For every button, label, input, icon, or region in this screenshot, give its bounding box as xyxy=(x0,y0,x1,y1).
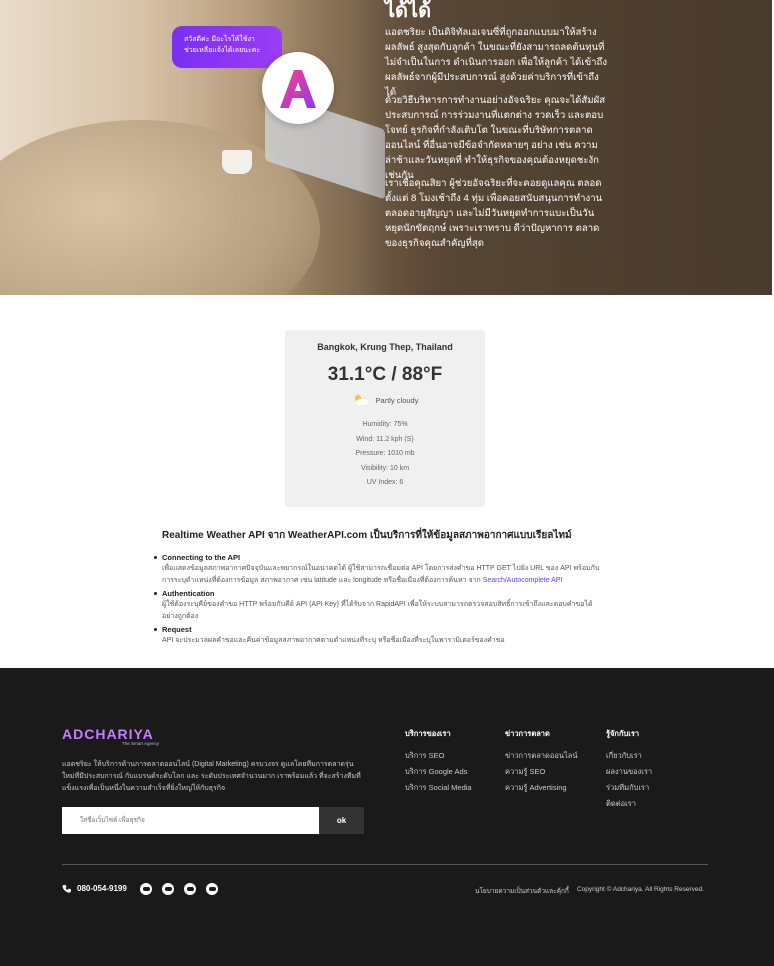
hero-paragraph-1: แอดชริยะ เป็นดิจิทัลเอเจนซี่ที่ถูกออกแบบ… xyxy=(385,27,608,98)
footer-logo-word: ADCHARIYA xyxy=(62,726,154,742)
weather-wind: Wind: 11.2 kph (S) xyxy=(356,435,414,443)
api-list-item: Connecting to the API เพื่อแสดงข้อมูลสภา… xyxy=(154,553,608,586)
footer-description: แอดชริยะ ให้บริการด้านการตลาดออนไลน์ (Di… xyxy=(62,761,361,792)
weather-condition-row: Partly cloudy xyxy=(285,394,485,406)
footer-link-online-news[interactable]: ข่าวการตลาดออนไลน์ xyxy=(505,748,578,764)
footer-copyright: Copyright © Adchariya. All Rights Reserv… xyxy=(577,886,704,893)
submit-button[interactable]: ok xyxy=(319,807,364,834)
footer-logo-text: ADCHARIYA xyxy=(62,726,154,742)
footer-col-heading: รู้จักกับเรา xyxy=(606,729,640,738)
footer-website-form: ok xyxy=(62,807,364,834)
footer-link-ads-knowledge[interactable]: ความรู้ Advertising xyxy=(505,780,578,796)
footer-social xyxy=(140,883,218,895)
footer-phone-number: 080-054-9199 xyxy=(77,884,127,893)
line-icon[interactable] xyxy=(162,883,174,895)
footer-col-heading: บริการของเรา xyxy=(405,729,451,738)
adchariya-a-icon xyxy=(280,70,316,108)
api-list: Connecting to the API เพื่อแสดงข้อมูลสภา… xyxy=(154,553,608,650)
weather-card: Bangkok, Krung Thep, Thailand 31.1°C / 8… xyxy=(285,330,485,507)
site-footer: ADCHARIYA The Smart Agency แอดชริยะ ให้บ… xyxy=(0,668,774,966)
weather-condition: Partly cloudy xyxy=(375,395,419,405)
autocomplete-api-link[interactable]: Search/Autocomplete API xyxy=(483,577,563,584)
footer-phone[interactable]: 080-054-9199 xyxy=(62,884,127,893)
footer-link-seo-knowledge[interactable]: ความรู้ SEO xyxy=(505,764,578,780)
chat-bubble-line2: ช่วยเหลือแจ้งได้เลยนะคะ xyxy=(184,47,261,54)
privacy-policy-link[interactable]: นโยบายความเป็นส่วนตัวและคุ้กกี้ xyxy=(475,886,569,896)
footer-link-social-media[interactable]: บริการ Social Media xyxy=(405,780,472,796)
weather-humidity: Humidity: 75% xyxy=(362,421,408,428)
footer-logo-tagline: The Smart Agency xyxy=(122,741,160,746)
api-title: Realtime Weather API จาก WeatherAPI.com … xyxy=(162,530,572,541)
footer-link-portfolio[interactable]: ผลงานของเรา xyxy=(606,764,652,780)
hero-paragraph-3: เราเชื่อคุณสิยา ผู้ช่วยอัจฉริยะที่จะคอยด… xyxy=(385,178,603,249)
api-item-heading: Request xyxy=(162,625,192,634)
line-icon[interactable] xyxy=(184,883,196,895)
footer-col-about: รู้จักกับเรา เกี่ยวกับเรา ผลงานของเรา ร่… xyxy=(606,728,652,812)
api-item-heading: Connecting to the API xyxy=(162,553,241,562)
api-list-item: Request API จะประมวลผลคำขอและคืนค่าข้อมู… xyxy=(154,625,608,647)
hero-title: ได้ได้ xyxy=(385,0,432,22)
api-item-desc: ผู้ใช้ต้องระบุคีย์ของคำขอ HTTP พร้อมกับค… xyxy=(162,601,593,620)
footer-link-careers[interactable]: ร่วมทีมกับเรา xyxy=(606,780,652,796)
weather-section: Bangkok, Krung Thep, Thailand 31.1°C / 8… xyxy=(0,295,772,668)
weather-location: Bangkok, Krung Thep, Thailand xyxy=(317,342,453,352)
footer-divider xyxy=(62,864,708,865)
api-item-desc: เพื่อแสดงข้อมูลสภาพอากาศปัจจุบันและพยากร… xyxy=(162,563,608,586)
weather-visibility: Visibility: 10 km xyxy=(360,464,410,472)
api-item-heading: Authentication xyxy=(162,589,215,598)
hero-paragraph-2: ด้วยวิธีบริหารการทำงานอย่างอัจฉริยะ คุณจ… xyxy=(385,95,606,181)
footer-col-services: บริการของเรา บริการ SEO บริการ Google Ad… xyxy=(405,728,472,796)
footer-logo[interactable]: ADCHARIYA The Smart Agency xyxy=(62,726,159,746)
api-item-desc: API จะประมวลผลคำขอและคืนค่าข้อมูลสภาพอาก… xyxy=(162,637,505,644)
footer-link-about[interactable]: เกี่ยวกับเรา xyxy=(606,748,652,764)
weather-temperature: 31.1°C / 88°F xyxy=(327,364,443,385)
weather-pressure: Pressure: 1010 mb xyxy=(355,450,415,458)
hero-mug-decor xyxy=(222,150,252,174)
footer-link-seo[interactable]: บริการ SEO xyxy=(405,748,472,764)
footer-col-news: ข่าวการตลาด ข่าวการตลาดออนไลน์ ความรู้ S… xyxy=(505,728,578,796)
website-input[interactable] xyxy=(62,807,319,834)
weather-stats: Humidity: 75% Wind: 11.2 kph (S) Pressur… xyxy=(285,418,485,491)
footer-link-contact[interactable]: ติดต่อเรา xyxy=(606,796,652,812)
chat-bubble: สวัสดีค่ะ มีอะไรให้ใช้งา ช่วยเหลือแจ้งได… xyxy=(172,26,282,68)
partly-cloudy-icon xyxy=(354,394,369,406)
api-list-item: Authentication ผู้ใช้ต้องระบุคีย์ของคำขอ… xyxy=(154,589,608,622)
line-icon[interactable] xyxy=(206,883,218,895)
assistant-logo xyxy=(262,52,334,124)
footer-col-heading: ข่าวการตลาด xyxy=(505,729,550,738)
chat-bubble-line1: สวัสดีค่ะ มีอะไรให้ใช้งา xyxy=(184,36,255,43)
hero-section: สวัสดีค่ะ มีอะไรให้ใช้งา ช่วยเหลือแจ้งได… xyxy=(0,0,772,295)
line-icon[interactable] xyxy=(140,883,152,895)
weather-uv: UV Index: 6 xyxy=(366,479,404,487)
phone-icon xyxy=(62,884,71,893)
footer-link-google-ads[interactable]: บริการ Google Ads xyxy=(405,764,472,780)
